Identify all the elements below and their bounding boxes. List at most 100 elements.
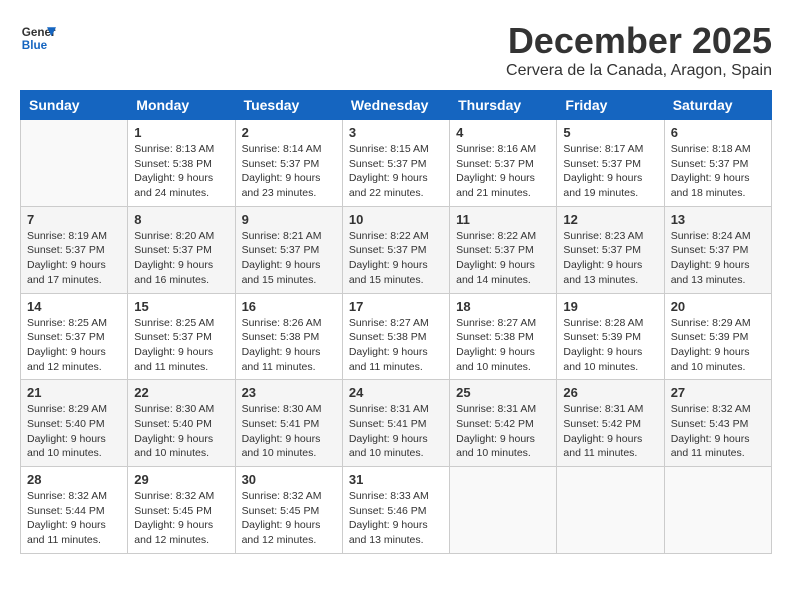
calendar-day-cell: 6Sunrise: 8:18 AM Sunset: 5:37 PM Daylig…	[664, 120, 771, 207]
day-number: 26	[563, 385, 657, 400]
day-info: Sunrise: 8:32 AM Sunset: 5:43 PM Dayligh…	[671, 402, 765, 461]
day-number: 25	[456, 385, 550, 400]
calendar-day-cell: 1 Sunrise: 8:13 AM Sunset: 5:38 PM Daylig…	[128, 120, 235, 207]
calendar-day-cell: 26 Sunrise: 8:31 AM Sunset: 5:42 PM Dayli…	[557, 380, 664, 467]
calendar-day-cell	[21, 120, 128, 207]
calendar-day-cell: 12 Sunrise: 8:23 AM Sunset: 5:37 PM Dayli…	[557, 206, 664, 293]
weekday-header-cell: Sunday	[21, 91, 128, 120]
day-info: Sunrise: 8:13 AM Sunset: 5:38 PM Dayligh…	[134, 142, 228, 201]
day-info: Sunrise: 8:30 AM Sunset: 5:41 PM Dayligh…	[242, 402, 336, 461]
day-number: 19	[563, 299, 657, 314]
calendar-day-cell: 11Sunrise: 8:22 AM Sunset: 5:37 PM Dayli…	[450, 206, 557, 293]
day-info: Sunrise: 8:31 AM Sunset: 5:42 PM Dayligh…	[563, 402, 657, 461]
day-number: 23	[242, 385, 336, 400]
day-info: Sunrise: 8:25 AM Sunset: 5:37 PM Dayligh…	[27, 316, 121, 375]
weekday-header-cell: Tuesday	[235, 91, 342, 120]
day-info: Sunrise: 8:19 AM Sunset: 5:37 PM Dayligh…	[27, 229, 121, 288]
day-number: 1	[134, 125, 228, 140]
day-info: Sunrise: 8:29 AM Sunset: 5:39 PM Dayligh…	[671, 316, 765, 375]
day-number: 20	[671, 299, 765, 314]
calendar-day-cell: 3 Sunrise: 8:15 AM Sunset: 5:37 PM Daylig…	[342, 120, 449, 207]
day-number: 28	[27, 472, 121, 487]
calendar-day-cell: 24 Sunrise: 8:31 AM Sunset: 5:41 PM Dayli…	[342, 380, 449, 467]
day-info: Sunrise: 8:30 AM Sunset: 5:40 PM Dayligh…	[134, 402, 228, 461]
logo: General Blue	[20, 20, 56, 56]
calendar-week-row: 28Sunrise: 8:32 AM Sunset: 5:44 PM Dayli…	[21, 467, 772, 554]
calendar-day-cell: 17 Sunrise: 8:27 AM Sunset: 5:38 PM Dayli…	[342, 293, 449, 380]
day-info: Sunrise: 8:29 AM Sunset: 5:40 PM Dayligh…	[27, 402, 121, 461]
calendar-day-cell	[664, 467, 771, 554]
day-number: 9	[242, 212, 336, 227]
day-info: Sunrise: 8:20 AM Sunset: 5:37 PM Dayligh…	[134, 229, 228, 288]
day-number: 24	[349, 385, 443, 400]
calendar-day-cell: 19 Sunrise: 8:28 AM Sunset: 5:39 PM Dayli…	[557, 293, 664, 380]
calendar-day-cell: 29 Sunrise: 8:32 AM Sunset: 5:45 PM Dayli…	[128, 467, 235, 554]
calendar-body: 1 Sunrise: 8:13 AM Sunset: 5:38 PM Daylig…	[21, 120, 772, 554]
day-info: Sunrise: 8:15 AM Sunset: 5:37 PM Dayligh…	[349, 142, 443, 201]
day-number: 5	[563, 125, 657, 140]
calendar-day-cell: 31Sunrise: 8:33 AM Sunset: 5:46 PM Dayli…	[342, 467, 449, 554]
day-info: Sunrise: 8:26 AM Sunset: 5:38 PM Dayligh…	[242, 316, 336, 375]
calendar-day-cell: 8 Sunrise: 8:20 AM Sunset: 5:37 PM Daylig…	[128, 206, 235, 293]
day-info: Sunrise: 8:16 AM Sunset: 5:37 PM Dayligh…	[456, 142, 550, 201]
calendar-day-cell: 10Sunrise: 8:22 AM Sunset: 5:37 PM Dayli…	[342, 206, 449, 293]
location: Cervera de la Canada, Aragon, Spain	[506, 62, 772, 80]
day-number: 13	[671, 212, 765, 227]
title-section: December 2025 Cervera de la Canada, Arag…	[506, 20, 772, 80]
day-number: 17	[349, 299, 443, 314]
day-number: 29	[134, 472, 228, 487]
page-header: General Blue December 2025 Cervera de la…	[20, 20, 772, 80]
day-info: Sunrise: 8:22 AM Sunset: 5:37 PM Dayligh…	[349, 229, 443, 288]
day-number: 18	[456, 299, 550, 314]
day-number: 3	[349, 125, 443, 140]
calendar-day-cell: 13 Sunrise: 8:24 AM Sunset: 5:37 PM Dayli…	[664, 206, 771, 293]
calendar-day-cell: 20 Sunrise: 8:29 AM Sunset: 5:39 PM Dayli…	[664, 293, 771, 380]
calendar-day-cell: 4 Sunrise: 8:16 AM Sunset: 5:37 PM Daylig…	[450, 120, 557, 207]
day-number: 22	[134, 385, 228, 400]
day-number: 16	[242, 299, 336, 314]
day-info: Sunrise: 8:28 AM Sunset: 5:39 PM Dayligh…	[563, 316, 657, 375]
day-info: Sunrise: 8:31 AM Sunset: 5:41 PM Dayligh…	[349, 402, 443, 461]
calendar-day-cell: 28Sunrise: 8:32 AM Sunset: 5:44 PM Dayli…	[21, 467, 128, 554]
calendar-day-cell: 25Sunrise: 8:31 AM Sunset: 5:42 PM Dayli…	[450, 380, 557, 467]
calendar-day-cell: 21 Sunrise: 8:29 AM Sunset: 5:40 PM Dayli…	[21, 380, 128, 467]
svg-text:Blue: Blue	[22, 39, 48, 52]
weekday-header-cell: Saturday	[664, 91, 771, 120]
day-number: 7	[27, 212, 121, 227]
day-number: 12	[563, 212, 657, 227]
day-number: 15	[134, 299, 228, 314]
calendar-day-cell: 22 Sunrise: 8:30 AM Sunset: 5:40 PM Dayli…	[128, 380, 235, 467]
day-info: Sunrise: 8:23 AM Sunset: 5:37 PM Dayligh…	[563, 229, 657, 288]
calendar-day-cell: 16 Sunrise: 8:26 AM Sunset: 5:38 PM Dayli…	[235, 293, 342, 380]
day-info: Sunrise: 8:25 AM Sunset: 5:37 PM Dayligh…	[134, 316, 228, 375]
calendar-day-cell: 15 Sunrise: 8:25 AM Sunset: 5:37 PM Dayli…	[128, 293, 235, 380]
calendar-day-cell: 14Sunrise: 8:25 AM Sunset: 5:37 PM Dayli…	[21, 293, 128, 380]
day-number: 30	[242, 472, 336, 487]
day-info: Sunrise: 8:14 AM Sunset: 5:37 PM Dayligh…	[242, 142, 336, 201]
day-number: 31	[349, 472, 443, 487]
day-number: 4	[456, 125, 550, 140]
day-info: Sunrise: 8:24 AM Sunset: 5:37 PM Dayligh…	[671, 229, 765, 288]
weekday-header-cell: Wednesday	[342, 91, 449, 120]
calendar-week-row: 21 Sunrise: 8:29 AM Sunset: 5:40 PM Dayli…	[21, 380, 772, 467]
weekday-header-cell: Thursday	[450, 91, 557, 120]
weekday-header-cell: Friday	[557, 91, 664, 120]
calendar-week-row: 1 Sunrise: 8:13 AM Sunset: 5:38 PM Daylig…	[21, 120, 772, 207]
day-info: Sunrise: 8:32 AM Sunset: 5:45 PM Dayligh…	[134, 489, 228, 548]
calendar-day-cell: 9 Sunrise: 8:21 AM Sunset: 5:37 PM Daylig…	[235, 206, 342, 293]
day-number: 8	[134, 212, 228, 227]
day-number: 21	[27, 385, 121, 400]
day-info: Sunrise: 8:21 AM Sunset: 5:37 PM Dayligh…	[242, 229, 336, 288]
day-info: Sunrise: 8:18 AM Sunset: 5:37 PM Dayligh…	[671, 142, 765, 201]
calendar-day-cell: 23 Sunrise: 8:30 AM Sunset: 5:41 PM Dayli…	[235, 380, 342, 467]
calendar-day-cell: 30Sunrise: 8:32 AM Sunset: 5:45 PM Dayli…	[235, 467, 342, 554]
day-info: Sunrise: 8:27 AM Sunset: 5:38 PM Dayligh…	[349, 316, 443, 375]
day-number: 2	[242, 125, 336, 140]
calendar-table: SundayMondayTuesdayWednesdayThursdayFrid…	[20, 90, 772, 554]
logo-icon: General Blue	[20, 20, 56, 56]
day-info: Sunrise: 8:22 AM Sunset: 5:37 PM Dayligh…	[456, 229, 550, 288]
calendar-day-cell: 7 Sunrise: 8:19 AM Sunset: 5:37 PM Daylig…	[21, 206, 128, 293]
day-number: 27	[671, 385, 765, 400]
calendar-day-cell: 5Sunrise: 8:17 AM Sunset: 5:37 PM Daylig…	[557, 120, 664, 207]
calendar-week-row: 7 Sunrise: 8:19 AM Sunset: 5:37 PM Daylig…	[21, 206, 772, 293]
